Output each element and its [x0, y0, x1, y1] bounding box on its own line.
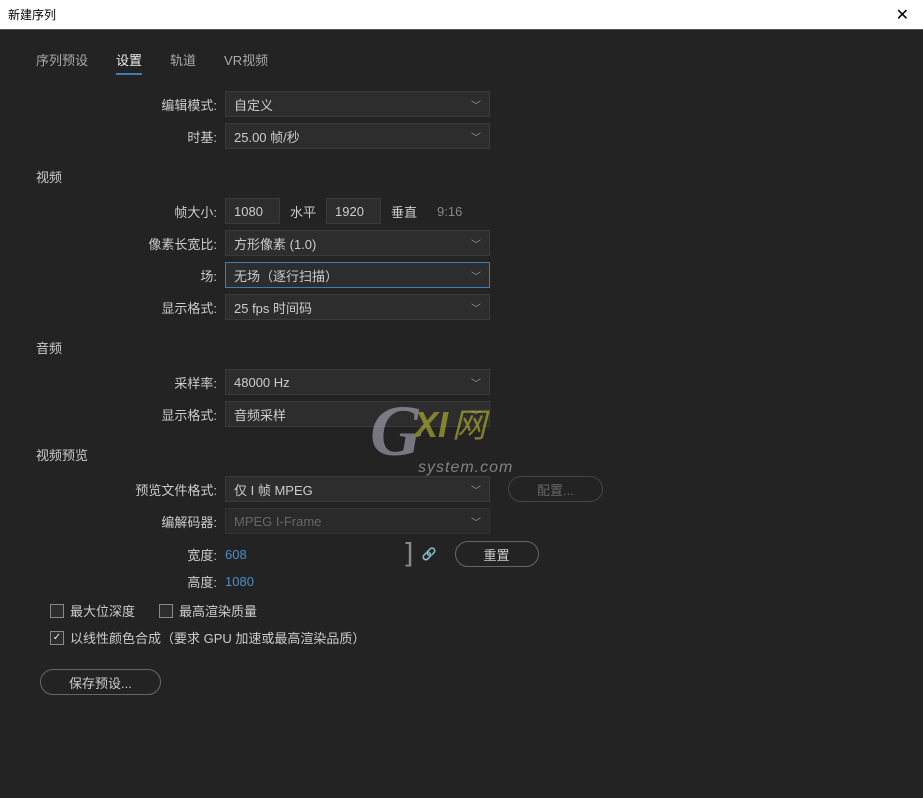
aspect-ratio: 9:16	[437, 204, 462, 219]
video-display-format-label: 显示格式:	[20, 298, 225, 317]
chevron-down-icon: ﹀	[471, 236, 481, 251]
chevron-down-icon: ﹀	[471, 482, 481, 497]
preview-header: 视频预览	[20, 445, 903, 470]
preview-width-label: 宽度:	[20, 545, 225, 564]
codec-label: 编解码器:	[20, 512, 225, 531]
tab-tracks[interactable]: 轨道	[170, 50, 196, 75]
chevron-down-icon: ﹀	[471, 129, 481, 144]
chevron-down-icon: ﹀	[471, 268, 481, 283]
audio-header: 音频	[20, 338, 903, 363]
chevron-down-icon: ﹀	[471, 375, 481, 390]
par-select[interactable]: 方形像素 (1.0) ﹀	[225, 230, 490, 256]
chevron-down-icon: ﹀	[471, 300, 481, 315]
audio-display-format-value: 音频采样	[234, 405, 286, 424]
vertical-label: 垂直	[391, 202, 417, 221]
max-bit-depth-label: 最大位深度	[70, 601, 135, 620]
tab-preset[interactable]: 序列预设	[36, 50, 88, 75]
link-icon[interactable]: 🔗	[422, 547, 437, 561]
reset-button[interactable]: 重置	[455, 541, 539, 567]
par-value: 方形像素 (1.0)	[234, 234, 316, 253]
codec-value: MPEG I-Frame	[234, 514, 321, 529]
preview-width-value[interactable]: 608	[225, 547, 247, 562]
bracket-icon: ]	[401, 540, 414, 568]
preview-height-value[interactable]: 1080	[225, 574, 254, 589]
frame-size-label: 帧大小:	[20, 202, 225, 221]
preview-file-format-value: 仅 I 帧 MPEG	[234, 480, 313, 499]
audio-display-format-select[interactable]: 音频采样 ﹀	[225, 401, 490, 427]
sample-rate-select[interactable]: 48000 Hz ﹀	[225, 369, 490, 395]
dialog-body: 序列预设 设置 轨道 VR视频 编辑模式: 自定义 ﹀ 时基: 25.00 帧/…	[0, 30, 923, 798]
close-icon[interactable]: ✕	[890, 5, 915, 25]
chevron-down-icon: ﹀	[471, 407, 481, 422]
horizontal-label: 水平	[290, 202, 316, 221]
chevron-down-icon: ﹀	[471, 97, 481, 112]
linear-composite-checkbox[interactable]	[50, 631, 64, 645]
frame-height-input[interactable]: 1920	[326, 198, 381, 224]
video-display-format-value: 25 fps 时间码	[234, 298, 312, 317]
max-render-quality-checkbox[interactable]	[159, 604, 173, 618]
title-bar: 新建序列 ✕	[0, 0, 923, 30]
audio-section: 音频 采样率: 48000 Hz ﹀ 显示格式: 音频采样 ﹀	[20, 338, 903, 427]
fields-select[interactable]: 无场（逐行扫描） ﹀	[225, 262, 490, 288]
chevron-down-icon: ﹀	[471, 514, 481, 529]
par-label: 像素长宽比:	[20, 234, 225, 253]
fields-value: 无场（逐行扫描）	[234, 266, 338, 285]
codec-select: MPEG I-Frame ﹀	[225, 508, 490, 534]
video-section: 视频 帧大小: 1080 水平 1920 垂直 9:16 像素长宽比: 方形像素…	[20, 167, 903, 320]
tab-bar: 序列预设 设置 轨道 VR视频	[20, 42, 903, 85]
preview-height-label: 高度:	[20, 572, 225, 591]
max-bit-depth-checkbox[interactable]	[50, 604, 64, 618]
edit-mode-value: 自定义	[234, 95, 273, 114]
preview-file-format-label: 预览文件格式:	[20, 480, 225, 499]
audio-display-format-label: 显示格式:	[20, 405, 225, 424]
video-header: 视频	[20, 167, 903, 192]
configure-button: 配置...	[508, 476, 603, 502]
edit-mode-select[interactable]: 自定义 ﹀	[225, 91, 490, 117]
fields-label: 场:	[20, 266, 225, 285]
edit-mode-label: 编辑模式:	[20, 95, 225, 114]
linear-composite-label: 以线性颜色合成（要求 GPU 加速或最高渲染品质）	[70, 628, 365, 647]
timebase-value: 25.00 帧/秒	[234, 127, 300, 146]
sample-rate-value: 48000 Hz	[234, 375, 290, 390]
window-title: 新建序列	[8, 6, 56, 23]
sample-rate-label: 采样率:	[20, 373, 225, 392]
timebase-label: 时基:	[20, 127, 225, 146]
tab-vr[interactable]: VR视频	[224, 50, 268, 75]
timebase-select[interactable]: 25.00 帧/秒 ﹀	[225, 123, 490, 149]
max-render-quality-label: 最高渲染质量	[179, 601, 257, 620]
tab-settings[interactable]: 设置	[116, 50, 142, 75]
preview-file-format-select[interactable]: 仅 I 帧 MPEG ﹀	[225, 476, 490, 502]
preview-section: 视频预览 预览文件格式: 仅 I 帧 MPEG ﹀ 配置... 编解码器: MP…	[20, 445, 903, 651]
video-display-format-select[interactable]: 25 fps 时间码 ﹀	[225, 294, 490, 320]
frame-width-input[interactable]: 1080	[225, 198, 280, 224]
save-preset-button[interactable]: 保存预设...	[40, 669, 161, 695]
